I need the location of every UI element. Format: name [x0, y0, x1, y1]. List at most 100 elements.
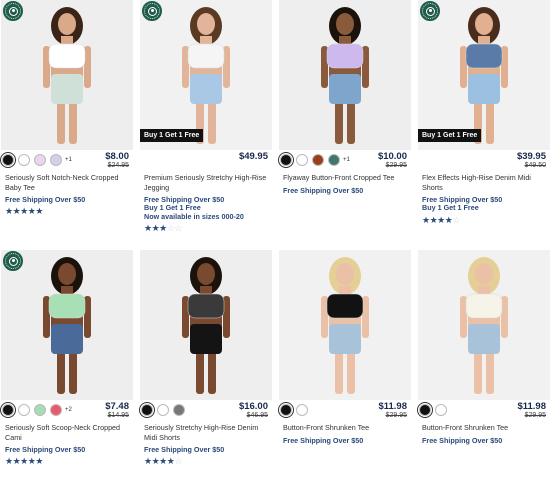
- rating-stars[interactable]: ★★★★★: [1, 206, 133, 216]
- promo-line: Free Shipping Over $50: [144, 445, 225, 454]
- sale-price: $16.00: [238, 401, 268, 412]
- color-swatch[interactable]: [50, 404, 62, 416]
- price-block: $49.95: [239, 152, 268, 162]
- original-price: $29.95: [385, 162, 407, 169]
- promo-line: Free Shipping Over $50: [5, 445, 86, 454]
- original-price: $14.95: [107, 412, 129, 419]
- promo-line: Free Shipping Over $50: [283, 185, 364, 195]
- color-swatches: +1: [280, 154, 350, 166]
- color-swatch[interactable]: [419, 404, 431, 416]
- sale-price: $11.98: [517, 401, 546, 412]
- globe-icon: [8, 6, 18, 16]
- star-icon: ★: [20, 456, 28, 467]
- product-name[interactable]: Button-Front Shrunken Tee: [418, 423, 550, 433]
- price-block: $11.98 $29.95: [378, 402, 407, 420]
- promo-line: Buy 1 Get 1 Free: [422, 203, 479, 213]
- product-name[interactable]: Seriously Soft Notch-Neck Cropped Baby T…: [1, 173, 133, 192]
- product-image[interactable]: Buy 1 Get 1 Free: [140, 0, 272, 150]
- star-icon: ★: [5, 456, 13, 467]
- product-image[interactable]: [279, 250, 411, 400]
- product-image[interactable]: [140, 250, 272, 400]
- color-swatch[interactable]: [34, 154, 46, 166]
- color-swatches: [280, 404, 308, 416]
- original-price: $24.95: [107, 162, 129, 169]
- product-grid: +1 $8.00 $24.95 Seriously Soft Notch-Neck C…: [0, 0, 550, 478]
- price-row: $11.98 $29.95: [279, 402, 411, 420]
- original-price: $29.95: [385, 412, 407, 419]
- model-photo: [460, 257, 508, 394]
- globe-icon: [8, 256, 18, 266]
- promo-badge: Buy 1 Get 1 Free: [418, 129, 482, 142]
- product-card[interactable]: Buy 1 Get 1 Free $39.95 $49.50 Flex Effects…: [418, 0, 550, 225]
- color-swatches: +1: [2, 154, 72, 166]
- product-name[interactable]: Premium Seriously Stretchy High-Rise Jeg…: [140, 173, 272, 192]
- product-card[interactable]: +1 $8.00 $24.95 Seriously Soft Notch-Neck C…: [1, 0, 133, 216]
- price-block: $8.00 $24.95: [105, 152, 129, 170]
- product-name[interactable]: Flex Effects High-Rise Denim Midi Shorts: [418, 173, 550, 192]
- product-name[interactable]: Flyaway Button-Front Cropped Tee: [279, 173, 411, 183]
- more-colors-count[interactable]: +1: [65, 157, 72, 163]
- star-icon: ☆: [452, 214, 460, 225]
- color-swatch[interactable]: [328, 154, 340, 166]
- color-swatch[interactable]: [157, 404, 169, 416]
- globe-icon: [425, 6, 435, 16]
- color-swatches: +2: [2, 404, 72, 416]
- color-swatch[interactable]: [312, 154, 324, 166]
- product-card[interactable]: +2 $7.48 $14.95 Seriously Soft Scoop-Neck C…: [1, 250, 133, 466]
- original-price: $46.95: [246, 412, 268, 419]
- color-swatch[interactable]: [18, 404, 30, 416]
- product-image[interactable]: [1, 0, 133, 150]
- color-swatch[interactable]: [280, 154, 292, 166]
- rating-stars[interactable]: ★★★★☆: [140, 456, 272, 466]
- rating-stars[interactable]: ★★★☆☆: [140, 223, 272, 233]
- rating-stars[interactable]: ★★★★★: [1, 456, 133, 466]
- product-image[interactable]: [1, 250, 133, 400]
- star-icon: ★: [144, 456, 152, 467]
- color-swatch[interactable]: [435, 404, 447, 416]
- product-card[interactable]: +1 $10.00 $29.95 Flyaway Button-Front Cropp…: [279, 0, 411, 195]
- star-icon: ★: [422, 214, 430, 225]
- model-photo: [182, 7, 230, 144]
- sale-price: $39.95: [516, 151, 546, 162]
- more-colors-count[interactable]: +1: [343, 157, 350, 163]
- product-image[interactable]: Buy 1 Get 1 Free: [418, 0, 550, 150]
- color-swatch[interactable]: [50, 154, 62, 166]
- product-name[interactable]: Button-Front Shrunken Tee: [279, 423, 411, 433]
- product-image[interactable]: [418, 250, 550, 400]
- more-colors-count[interactable]: +2: [65, 407, 72, 413]
- color-swatch[interactable]: [280, 404, 292, 416]
- sale-price: $7.48: [105, 401, 129, 412]
- color-swatch[interactable]: [34, 404, 46, 416]
- star-icon: ★: [20, 206, 28, 217]
- product-name[interactable]: Seriously Soft Scoop-Neck Cropped Cami: [1, 423, 133, 442]
- product-card[interactable]: Buy 1 Get 1 Free $49.95 Premium Seriously …: [140, 0, 272, 233]
- color-swatch[interactable]: [2, 154, 14, 166]
- product-card[interactable]: $16.00 $46.95 Seriously Stretchy High-Rise…: [140, 250, 272, 466]
- star-icon: ☆: [174, 223, 182, 234]
- color-swatch[interactable]: [296, 404, 308, 416]
- promo-line: Free Shipping Over $50: [5, 195, 86, 204]
- model-photo: [460, 7, 508, 144]
- sale-price: $11.98: [378, 401, 407, 412]
- price-block: $16.00 $46.95: [239, 402, 268, 420]
- star-icon: ★: [159, 223, 167, 234]
- color-swatch[interactable]: [173, 404, 185, 416]
- price-row: +2 $7.48 $14.95: [1, 402, 133, 420]
- color-swatch[interactable]: [18, 154, 30, 166]
- color-swatch[interactable]: [2, 404, 14, 416]
- star-icon: ★: [5, 206, 13, 217]
- price-block: $7.48 $14.95: [105, 402, 129, 420]
- model-photo: [43, 7, 91, 144]
- price-row: +1 $8.00 $24.95: [1, 152, 133, 170]
- product-image[interactable]: [279, 0, 411, 150]
- color-swatch[interactable]: [296, 154, 308, 166]
- sustainability-badge-icon: [3, 251, 23, 271]
- rating-stars[interactable]: ★★★★☆: [418, 215, 550, 225]
- star-icon: ★: [144, 223, 152, 234]
- product-card[interactable]: $11.98 $29.95 Button-Front Shrunken Tee Fre…: [418, 250, 550, 445]
- product-card[interactable]: $11.98 $29.95 Button-Front Shrunken Tee Fre…: [279, 250, 411, 445]
- product-name[interactable]: Seriously Stretchy High-Rise Denim Midi …: [140, 423, 272, 442]
- star-icon: ★: [159, 456, 167, 467]
- color-swatch[interactable]: [141, 404, 153, 416]
- original-price: $29.95: [524, 412, 546, 419]
